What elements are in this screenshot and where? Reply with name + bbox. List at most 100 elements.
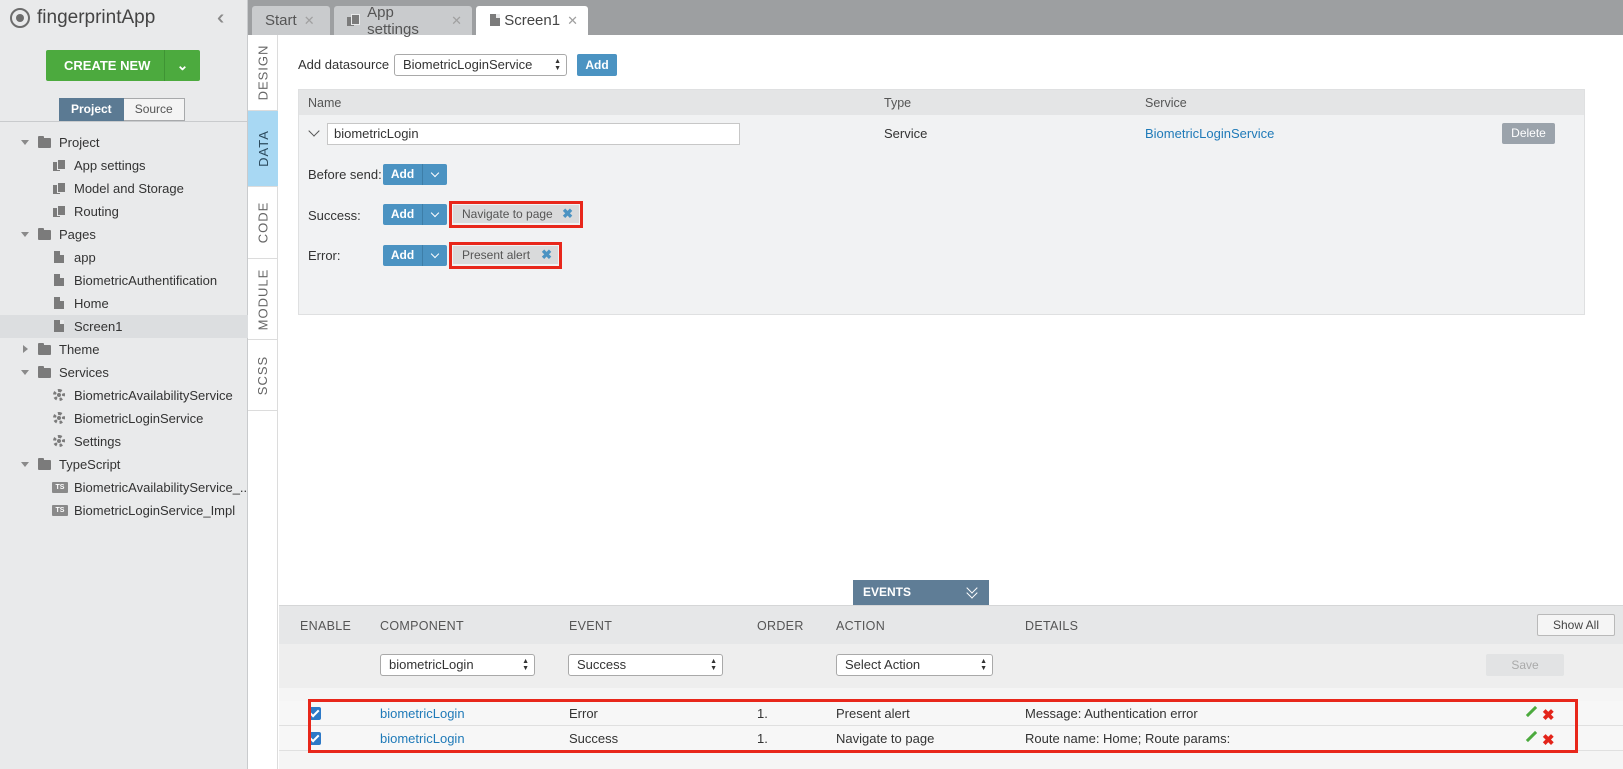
tree-label: app bbox=[74, 250, 96, 265]
side-tab-module[interactable]: MODULE bbox=[248, 259, 278, 340]
tree-item-ts-login-impl[interactable]: TS BiometricLoginService_Impl bbox=[0, 499, 248, 522]
events-table-header: ENABLE COMPONENT EVENT ORDER ACTION DETA… bbox=[279, 606, 1623, 644]
tree-item-ts-availability-impl[interactable]: TS BiometricAvailabilityService_... bbox=[0, 476, 251, 499]
tree-folder-typescript[interactable]: TypeScript bbox=[0, 453, 248, 476]
side-tab-label: DESIGN bbox=[255, 44, 271, 101]
tree-label: Settings bbox=[74, 434, 121, 449]
close-icon[interactable]: ✕ bbox=[567, 13, 578, 29]
chevron-down-icon[interactable] bbox=[423, 204, 447, 225]
error-action-chip[interactable]: Present alert ✖ bbox=[453, 246, 558, 264]
ts-icon: TS bbox=[52, 482, 68, 493]
component-select[interactable]: biometricLogin ▲ ▼ bbox=[380, 654, 535, 676]
column-header-name: Name bbox=[308, 96, 342, 110]
expand-arrow-icon[interactable] bbox=[23, 345, 28, 353]
tree-item-model-and-storage[interactable]: Model and Storage bbox=[0, 177, 248, 200]
events-panel-toggle[interactable]: EVENTS bbox=[853, 580, 989, 605]
add-label[interactable]: Add bbox=[383, 245, 423, 266]
side-tab-label: SCSS bbox=[255, 355, 271, 395]
expand-arrow-icon[interactable] bbox=[21, 462, 29, 467]
column-header-type: Type bbox=[884, 96, 912, 110]
editor-tab-bar: Start ✕ App settings ✕ Screen1 ✕ bbox=[248, 0, 1623, 38]
tree-folder-theme[interactable]: Theme bbox=[0, 338, 248, 361]
folder-icon bbox=[38, 228, 51, 240]
column-header-service: Service bbox=[1145, 96, 1187, 110]
tree-label: Project bbox=[59, 135, 100, 150]
column-header-enable: ENABLE bbox=[300, 619, 352, 633]
event-select[interactable]: Success ▲ ▼ bbox=[568, 654, 723, 676]
side-tab-design[interactable]: DESIGN bbox=[248, 35, 278, 111]
expand-arrow-icon[interactable] bbox=[21, 140, 29, 145]
tree-item-biometric-login-service[interactable]: BiometricLoginService bbox=[0, 407, 248, 430]
datasource-panel: Name Type Service biometricLogin Service… bbox=[298, 89, 1585, 315]
save-event-button[interactable]: Save bbox=[1486, 654, 1564, 676]
success-action-chip[interactable]: Navigate to page ✖ bbox=[453, 205, 579, 223]
tree-item-page-home[interactable]: Home bbox=[0, 292, 248, 315]
tree-label: App settings bbox=[74, 158, 146, 173]
error-add-button[interactable]: Add bbox=[383, 245, 447, 266]
tree-label: Model and Storage bbox=[74, 181, 184, 196]
tree-folder-pages[interactable]: Pages bbox=[0, 223, 248, 246]
gear-icon bbox=[53, 389, 65, 401]
remove-icon[interactable]: ✖ bbox=[562, 205, 573, 223]
tree-folder-project[interactable]: Project bbox=[0, 131, 248, 154]
side-tab-label: DATA bbox=[255, 130, 271, 167]
tab-start[interactable]: Start ✕ bbox=[252, 6, 330, 35]
add-datasource-label: Add datasource bbox=[298, 57, 390, 72]
page-icon bbox=[54, 320, 64, 332]
chevron-down-icon[interactable] bbox=[423, 245, 447, 266]
success-add-button[interactable]: Add bbox=[383, 204, 447, 225]
events-filter-row: biometricLogin ▲ ▼ Success ▲ ▼ Select Acti… bbox=[279, 644, 1623, 688]
tree-item-page-app[interactable]: app bbox=[0, 246, 248, 269]
show-all-button[interactable]: Show All bbox=[1537, 614, 1615, 636]
expand-arrow-icon[interactable] bbox=[21, 232, 29, 237]
before-send-add-button[interactable]: Add bbox=[383, 164, 447, 185]
add-datasource-button[interactable]: Add bbox=[577, 54, 617, 76]
collapse-sidebar-icon[interactable]: ‹‹ bbox=[217, 7, 226, 30]
tree-item-page-screen1[interactable]: Screen1 bbox=[0, 315, 248, 338]
datasource-name-input[interactable]: biometricLogin bbox=[327, 123, 740, 145]
chevron-down-icon[interactable]: ⌄ bbox=[164, 50, 200, 81]
create-new-button[interactable]: CREATE NEW ⌄ bbox=[46, 50, 200, 81]
settings-files-icon bbox=[53, 182, 66, 194]
project-view-tab[interactable]: Project bbox=[59, 98, 124, 121]
tree-item-app-settings[interactable]: App settings bbox=[0, 154, 248, 177]
datasource-type: Service bbox=[884, 126, 928, 141]
side-tab-data[interactable]: DATA bbox=[248, 111, 278, 187]
expand-arrow-icon[interactable] bbox=[21, 370, 29, 375]
project-tree: Project App settings Model and Storage R… bbox=[0, 131, 251, 522]
close-icon[interactable]: ✕ bbox=[451, 13, 462, 29]
tree-item-page-biometric-authentification[interactable]: BiometricAuthentification bbox=[0, 269, 248, 292]
chevron-down-icon[interactable] bbox=[423, 164, 447, 185]
action-select-value: Select Action bbox=[845, 657, 921, 672]
chip-label: Navigate to page bbox=[462, 207, 553, 221]
collapse-chevron-icon[interactable] bbox=[308, 125, 320, 137]
remove-icon[interactable]: ✖ bbox=[541, 246, 552, 264]
datasource-select[interactable]: BiometricLoginService ▲ ▼ bbox=[394, 54, 567, 76]
column-header-details: DETAILS bbox=[1025, 619, 1079, 633]
tree-item-biometric-availability-service[interactable]: BiometricAvailabilityService bbox=[0, 384, 248, 407]
tree-item-settings-service[interactable]: Settings bbox=[0, 430, 248, 453]
tree-item-routing[interactable]: Routing bbox=[0, 200, 248, 223]
tree-label: BiometricLoginService_Impl bbox=[74, 503, 236, 518]
delete-datasource-button[interactable]: Delete bbox=[1502, 123, 1555, 144]
collapse-double-chevron-icon[interactable] bbox=[967, 584, 977, 599]
datasource-select-value: BiometricLoginService bbox=[403, 57, 533, 72]
settings-files-icon bbox=[53, 159, 66, 171]
add-label[interactable]: Add bbox=[383, 164, 423, 185]
tree-label: Services bbox=[59, 365, 109, 380]
events-panel: ENABLE COMPONENT EVENT ORDER ACTION DETA… bbox=[279, 605, 1623, 769]
folder-icon bbox=[38, 458, 51, 470]
add-label[interactable]: Add bbox=[383, 204, 423, 225]
action-select[interactable]: Select Action ▲ ▼ bbox=[836, 654, 993, 676]
tab-app-settings[interactable]: App settings ✕ bbox=[334, 4, 472, 38]
close-icon[interactable]: ✕ bbox=[304, 13, 315, 29]
page-icon bbox=[54, 251, 64, 263]
source-view-tab[interactable]: Source bbox=[123, 98, 185, 121]
tree-folder-services[interactable]: Services bbox=[0, 361, 248, 384]
datasource-service-link[interactable]: BiometricLoginService bbox=[1145, 126, 1274, 141]
side-tab-code[interactable]: CODE bbox=[248, 187, 278, 259]
before-send-label: Before send: bbox=[308, 167, 382, 182]
tab-screen1[interactable]: Screen1 ✕ bbox=[476, 6, 588, 35]
create-new-label: CREATE NEW bbox=[64, 58, 151, 73]
side-tab-scss[interactable]: SCSS bbox=[248, 340, 278, 411]
